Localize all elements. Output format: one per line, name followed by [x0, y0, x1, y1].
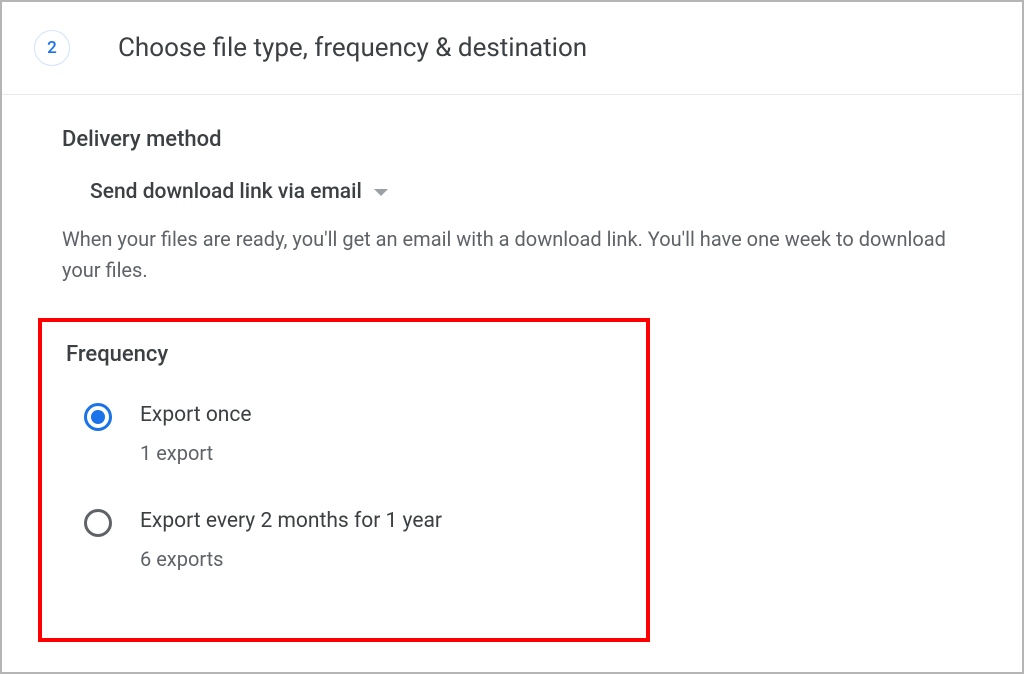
delivery-method-value: Send download link via email — [90, 180, 362, 204]
settings-panel: 2 Choose file type, frequency & destinat… — [0, 0, 1024, 674]
delivery-method-label: Delivery method — [62, 127, 970, 152]
radio-label: Export once — [140, 403, 252, 427]
frequency-option-once[interactable]: Export once 1 export — [84, 403, 622, 465]
radio-unselected-icon — [84, 509, 112, 537]
frequency-highlight: Frequency Export once 1 export Export ev… — [38, 318, 650, 642]
step-number: 2 — [47, 38, 57, 58]
radio-sublabel: 6 exports — [140, 547, 442, 571]
radio-text-group: Export once 1 export — [140, 403, 252, 465]
delivery-method-dropdown[interactable]: Send download link via email — [90, 180, 388, 204]
step-content: Delivery method Send download link via e… — [2, 95, 1022, 642]
frequency-label: Frequency — [66, 342, 622, 367]
step-number-badge: 2 — [34, 30, 70, 66]
radio-label: Export every 2 months for 1 year — [140, 509, 442, 533]
step-header: 2 Choose file type, frequency & destinat… — [2, 2, 1022, 95]
step-title: Choose file type, frequency & destinatio… — [118, 33, 587, 63]
radio-sublabel: 1 export — [140, 441, 252, 465]
frequency-option-bimonthly[interactable]: Export every 2 months for 1 year 6 expor… — [84, 509, 622, 571]
radio-text-group: Export every 2 months for 1 year 6 expor… — [140, 509, 442, 571]
radio-selected-icon — [84, 403, 112, 431]
delivery-helper-text: When your files are ready, you'll get an… — [62, 224, 962, 286]
chevron-down-icon — [374, 189, 388, 196]
